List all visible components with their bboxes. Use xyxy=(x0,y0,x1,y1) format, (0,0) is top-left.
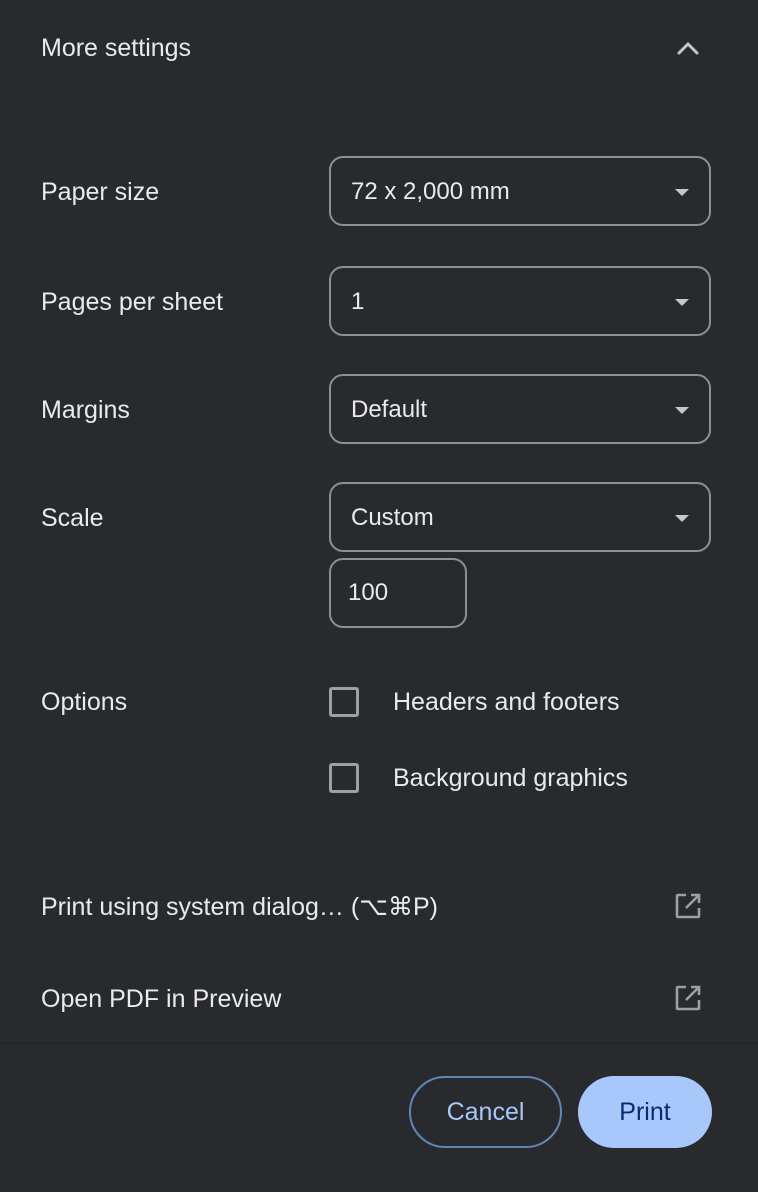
print-button[interactable]: Print xyxy=(578,1076,712,1148)
open-pdf-preview-link[interactable]: Open PDF in Preview xyxy=(0,959,758,1039)
dropdown-caret-icon xyxy=(675,299,689,306)
margins-select[interactable]: Default xyxy=(329,374,711,444)
paper-size-label: Paper size xyxy=(41,178,160,206)
open-pdf-preview-label: Open PDF in Preview xyxy=(41,985,282,1013)
chevron-up-icon[interactable] xyxy=(674,35,702,59)
scale-label: Scale xyxy=(41,504,104,532)
more-settings-toggle[interactable]: More settings xyxy=(0,0,758,96)
pages-per-sheet-value: 1 xyxy=(351,288,365,315)
dropdown-caret-icon xyxy=(675,407,689,414)
print-system-dialog-label: Print using system dialog… (⌥⌘P) xyxy=(41,893,438,921)
open-in-new-icon xyxy=(675,893,701,919)
margins-value: Default xyxy=(351,396,428,423)
pages-per-sheet-select[interactable]: 1 xyxy=(329,266,711,336)
headers-footers-label[interactable]: Headers and footers xyxy=(393,687,620,717)
pages-per-sheet-label: Pages per sheet xyxy=(41,288,224,316)
options-label: Options xyxy=(41,688,128,716)
paper-size-value: 72 x 2,000 mm xyxy=(351,178,510,205)
dropdown-caret-icon xyxy=(675,515,689,522)
open-in-new-icon xyxy=(675,985,701,1011)
print-system-dialog-link[interactable]: Print using system dialog… (⌥⌘P) xyxy=(0,867,758,947)
print-settings-panel: More settings Paper size 72 x 2,000 mm P… xyxy=(0,0,758,1192)
background-graphics-label[interactable]: Background graphics xyxy=(393,763,628,793)
scale-select[interactable]: Custom xyxy=(329,482,711,552)
margins-label: Margins xyxy=(41,396,130,424)
cancel-button[interactable]: Cancel xyxy=(409,1076,562,1148)
headers-footers-checkbox[interactable] xyxy=(329,687,359,717)
paper-size-select[interactable]: 72 x 2,000 mm xyxy=(329,156,711,226)
dialog-footer: Cancel Print xyxy=(0,1044,758,1192)
dropdown-caret-icon xyxy=(675,189,689,196)
background-graphics-checkbox[interactable] xyxy=(329,763,359,793)
scale-custom-input[interactable] xyxy=(329,558,467,628)
more-settings-title: More settings xyxy=(41,34,192,62)
scale-value: Custom xyxy=(351,504,434,531)
